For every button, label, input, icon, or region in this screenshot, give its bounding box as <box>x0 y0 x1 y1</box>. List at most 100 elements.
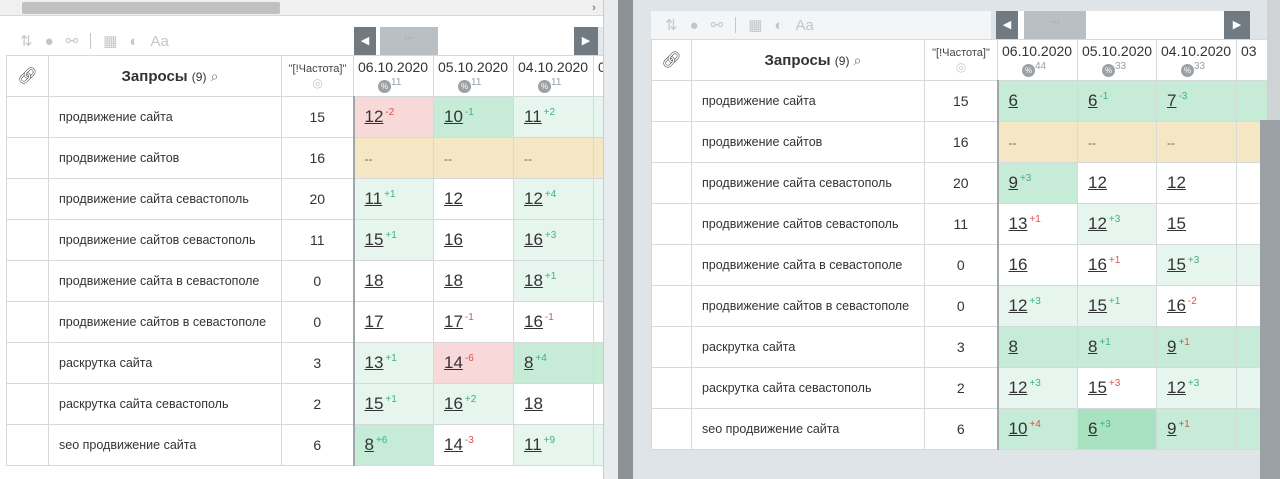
position-cell[interactable]: 9 +1 <box>1156 326 1237 368</box>
row-link-cell[interactable] <box>651 121 692 163</box>
position-cell[interactable] <box>593 178 603 220</box>
position-value[interactable]: 18 <box>365 271 384 290</box>
position-value[interactable]: 16 <box>444 230 463 249</box>
table-row[interactable]: продвижение сайта 15 12 -2 10 -1 11 +2 <box>6 96 603 138</box>
position-cell[interactable]: 7 -3 <box>1156 80 1237 122</box>
position-value[interactable]: 8 <box>524 353 533 372</box>
position-value[interactable]: 11 <box>365 189 383 208</box>
row-link-cell[interactable] <box>6 96 49 138</box>
row-link-cell[interactable] <box>6 219 49 261</box>
position-cell[interactable]: 12 +4 <box>513 178 594 220</box>
position-cell[interactable]: -- <box>996 121 1078 163</box>
position-value[interactable]: 9 <box>1009 173 1018 192</box>
position-value[interactable]: 11 <box>524 107 542 126</box>
position-cell[interactable]: -- <box>433 137 514 179</box>
position-value[interactable]: 8 <box>365 435 374 454</box>
position-value[interactable]: 6 <box>1088 91 1097 110</box>
position-cell[interactable]: 12 <box>433 178 514 220</box>
link-icon[interactable]: 🔗︎ <box>661 52 681 69</box>
table-row[interactable]: продвижение сайта 15 6 6 -1 7 -3 <box>651 80 1267 122</box>
position-cell[interactable] <box>593 342 603 384</box>
table-row[interactable]: продвижение сайтов 16 -- -- -- <box>6 137 603 179</box>
position-cell[interactable]: -- <box>1077 121 1157 163</box>
position-cell[interactable]: 16 +2 <box>433 383 514 425</box>
position-cell[interactable]: 16 <box>996 244 1078 286</box>
position-cell[interactable]: 17 <box>352 301 434 343</box>
horizontal-scrollbar[interactable]: › <box>0 0 603 16</box>
position-cell[interactable]: 6 +3 <box>1077 408 1157 450</box>
date-header[interactable]: 04.10.2020 % 11 <box>513 55 594 97</box>
grid-icon[interactable]: ▦ <box>103 32 117 50</box>
position-cell[interactable]: -- <box>513 137 594 179</box>
position-cell[interactable]: 8 +1 <box>1077 326 1157 368</box>
position-value[interactable]: 16 <box>524 230 543 249</box>
position-cell[interactable]: 11 +9 <box>513 424 594 466</box>
position-cell[interactable]: 12 +3 <box>1156 367 1237 409</box>
table-row[interactable]: seo продвижение сайта 6 10 +4 6 +3 9 +1 <box>651 408 1267 450</box>
position-cell[interactable] <box>593 301 603 343</box>
position-value[interactable]: 7 <box>1167 91 1176 110</box>
position-cell[interactable]: 9 +1 <box>1156 408 1237 450</box>
position-value[interactable]: 16 <box>1009 255 1028 274</box>
position-value[interactable]: 6 <box>1009 91 1018 110</box>
table-row[interactable]: продвижение сайта в севастополе 0 18 18 18 +1 <box>6 260 603 302</box>
magnifier-icon[interactable]: ⌕ <box>211 68 219 84</box>
sort-icon[interactable]: ⇅ <box>20 32 33 50</box>
grid-icon[interactable]: ▦ <box>748 16 762 34</box>
row-link-cell[interactable] <box>6 424 49 466</box>
table-row[interactable]: продвижение сайтов севастополь 11 15 +1 16 16… <box>6 219 603 261</box>
position-cell[interactable]: 12 -2 <box>352 96 434 138</box>
position-cell[interactable]: 12 +3 <box>996 367 1078 409</box>
link-icon[interactable]: ⚯ <box>711 16 724 34</box>
scroll-right-arrow[interactable]: › <box>586 0 602 16</box>
nav-prev-button[interactable]: ◀ <box>354 27 376 55</box>
position-cell[interactable]: -- <box>1156 121 1237 163</box>
position-value[interactable]: 12 <box>524 189 543 208</box>
position-cell[interactable]: 16 +1 <box>1077 244 1157 286</box>
date-header[interactable]: 03 <box>1236 39 1267 81</box>
contrast-icon[interactable]: ◐ <box>129 33 138 50</box>
position-cell[interactable]: 16 -2 <box>1156 285 1237 327</box>
row-link-cell[interactable] <box>651 326 692 368</box>
nav-next-button[interactable]: ▶ <box>1224 11 1250 39</box>
position-cell[interactable]: 15 +1 <box>352 219 434 261</box>
position-cell[interactable]: 12 +3 <box>1077 203 1157 245</box>
position-cell[interactable]: 17 -1 <box>433 301 514 343</box>
position-value[interactable]: 12 <box>444 189 463 208</box>
position-cell[interactable] <box>593 219 603 261</box>
row-link-cell[interactable] <box>6 137 49 179</box>
position-value[interactable]: 15 <box>1167 255 1186 274</box>
position-value[interactable]: 8 <box>1088 337 1097 356</box>
row-link-cell[interactable] <box>651 162 692 204</box>
position-cell[interactable] <box>1236 80 1267 122</box>
position-cell[interactable] <box>593 137 603 179</box>
position-value[interactable]: 11 <box>524 435 542 454</box>
row-link-cell[interactable] <box>651 367 692 409</box>
position-cell[interactable]: 12 <box>1156 162 1237 204</box>
row-link-cell[interactable] <box>6 383 49 425</box>
table-row[interactable]: продвижение сайтов 16 -- -- -- <box>651 121 1267 163</box>
position-cell[interactable]: 18 <box>433 260 514 302</box>
table-row[interactable]: продвижение сайтов севастополь 11 13 +1 12 +3… <box>651 203 1267 245</box>
row-link-cell[interactable] <box>651 203 692 245</box>
sort-icon[interactable]: ⇅ <box>665 16 678 34</box>
position-value[interactable]: 10 <box>1009 419 1028 438</box>
position-cell[interactable]: 16 +3 <box>513 219 594 261</box>
position-cell[interactable]: 10 -1 <box>433 96 514 138</box>
table-row[interactable]: продвижение сайтов в севастополе 0 17 17 -1 1… <box>6 301 603 343</box>
position-value[interactable]: 12 <box>1009 296 1028 315</box>
row-link-cell[interactable] <box>651 408 692 450</box>
link-column-header[interactable]: 🔗︎ <box>6 55 49 97</box>
date-header[interactable]: 05.10.2020 % 33 <box>1077 39 1157 81</box>
position-cell[interactable]: 11 +2 <box>513 96 594 138</box>
contrast-icon[interactable]: ◐ <box>774 17 783 34</box>
date-header[interactable]: 06.10.2020 % 44 <box>997 39 1078 81</box>
position-value[interactable]: 10 <box>444 107 463 126</box>
position-cell[interactable]: -- <box>352 137 434 179</box>
position-cell[interactable]: 15 <box>1156 203 1237 245</box>
position-value[interactable]: 17 <box>444 312 463 331</box>
nav-thumb[interactable]: ⋯ <box>380 27 438 55</box>
position-value[interactable]: 12 <box>365 107 384 126</box>
position-cell[interactable]: 13 +1 <box>352 342 434 384</box>
table-row[interactable]: продвижение сайтов в севастополе 0 12 +3 15 +… <box>651 285 1267 327</box>
